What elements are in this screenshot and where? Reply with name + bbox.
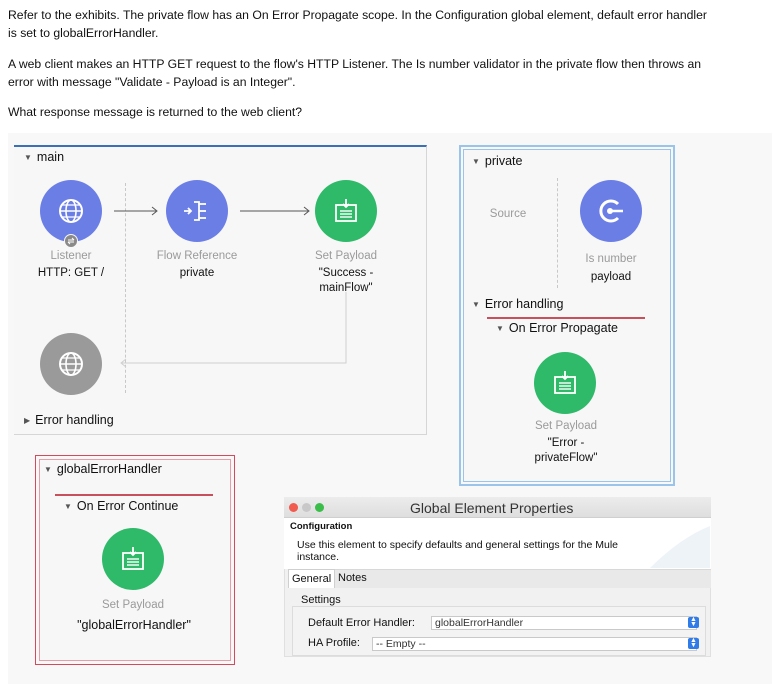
collapse-triangle-icon[interactable]: ▼ (24, 153, 32, 162)
set-payload-main-value-line1: "Success - (318, 267, 374, 279)
default-error-handler-select[interactable]: globalErrorHandler (431, 616, 697, 630)
close-window-icon[interactable] (289, 503, 298, 512)
select-chevron-icon[interactable]: ▲ ▼ (688, 616, 699, 628)
http-listener-node[interactable] (40, 180, 102, 242)
set-payload-global-type-label: Set Payload (101, 599, 164, 611)
exchange-icon (64, 234, 78, 248)
source-placeholder[interactable]: Source (480, 208, 536, 220)
set-payload-private-node[interactable] (534, 352, 596, 414)
set-payload-icon (335, 199, 357, 222)
configuration-description-line1: Use this element to specify defaults and… (297, 539, 619, 551)
on-error-propagate-label: On Error Propagate (508, 321, 619, 335)
on-error-propagate-title[interactable]: ▼ On Error Propagate (496, 321, 618, 335)
tab-general[interactable]: General (288, 569, 336, 588)
set-payload-global-node[interactable] (102, 528, 164, 590)
expand-triangle-icon[interactable]: ▶ (24, 416, 30, 425)
set-payload-icon (122, 547, 144, 570)
ha-profile-label: HA Profile: (308, 637, 360, 649)
question-line-2: is set to globalErrorHandler. (8, 26, 159, 40)
set-payload-main-node[interactable] (315, 180, 377, 242)
collapse-triangle-icon[interactable]: ▼ (64, 502, 72, 511)
flow-arrow-1 (114, 206, 158, 216)
is-number-value-label: payload (590, 271, 632, 283)
set-payload-global-value-label: "globalErrorHandler" (77, 618, 191, 632)
main-flow-title[interactable]: ▼ main (24, 150, 64, 164)
configuration-description-line2: instance. (297, 551, 340, 563)
private-error-handling-toggle[interactable]: ▼ Error handling (472, 297, 563, 311)
flow-reference-type-label: Flow Reference (156, 250, 238, 262)
global-error-handler-title[interactable]: ▼ globalErrorHandler (44, 462, 162, 476)
set-payload-private-value-line2: privateFlow" (534, 452, 598, 464)
flow-arrow-2 (240, 206, 310, 216)
globe-icon (59, 199, 83, 223)
question-line-3: A web client makes an HTTP GET request t… (8, 57, 702, 71)
on-error-continue-label: On Error Continue (76, 499, 179, 513)
main-error-handling-label: Error handling (35, 413, 114, 427)
http-response-node[interactable] (40, 333, 102, 395)
private-source-divider (557, 178, 558, 288)
listener-config-label: HTTP: GET / (37, 267, 105, 279)
response-return-line (120, 292, 347, 368)
question-line-4: error with message "Validate - Payload i… (8, 75, 296, 89)
set-payload-private-value-line1: "Error - (547, 437, 585, 449)
flow-reference-icon (184, 201, 206, 221)
globe-icon (59, 352, 83, 376)
collapse-triangle-icon[interactable]: ▼ (472, 300, 480, 309)
flow-reference-target-label: private (179, 267, 215, 279)
question-line-1: Refer to the exhibits. The private flow … (8, 8, 707, 22)
private-flow-title-text: private (484, 154, 523, 168)
set-payload-private-type-label: Set Payload (534, 420, 597, 432)
set-payload-main-type-label: Set Payload (314, 250, 377, 262)
maximize-window-icon[interactable] (315, 503, 324, 512)
select-chevron-icon[interactable]: ▲ ▼ (688, 637, 699, 649)
question-line-5: What response message is returned to the… (8, 105, 303, 119)
main-error-handling-toggle[interactable]: ▶ Error handling (24, 413, 114, 427)
main-flow-title-text: main (36, 150, 65, 164)
listener-type-label: Listener (50, 250, 92, 262)
collapse-triangle-icon[interactable]: ▼ (496, 324, 504, 333)
ha-profile-select[interactable]: -- Empty -- (372, 637, 697, 651)
minimize-window-icon[interactable] (302, 503, 311, 512)
collapse-triangle-icon[interactable]: ▼ (44, 465, 52, 474)
set-payload-icon (554, 371, 576, 394)
question-area: Refer to the exhibits. The private flow … (0, 0, 783, 132)
settings-label: Settings (301, 594, 341, 606)
collapse-triangle-icon[interactable]: ▼ (472, 157, 480, 166)
on-error-continue-title[interactable]: ▼ On Error Continue (64, 499, 178, 513)
default-error-handler-label: Default Error Handler: (308, 617, 415, 629)
private-flow-title[interactable]: ▼ private (472, 154, 522, 168)
is-number-node[interactable] (580, 180, 642, 242)
global-error-handler-title-text: globalErrorHandler (56, 462, 162, 476)
validation-icon (599, 199, 623, 223)
tab-notes[interactable]: Notes (338, 572, 367, 584)
private-error-handling-label: Error handling (484, 297, 564, 311)
is-number-type-label: Is number (585, 253, 637, 265)
flow-reference-node[interactable] (166, 180, 228, 242)
configuration-heading: Configuration (290, 521, 353, 532)
window-title: Global Element Properties (410, 500, 574, 516)
decorative-swoosh (650, 526, 710, 568)
